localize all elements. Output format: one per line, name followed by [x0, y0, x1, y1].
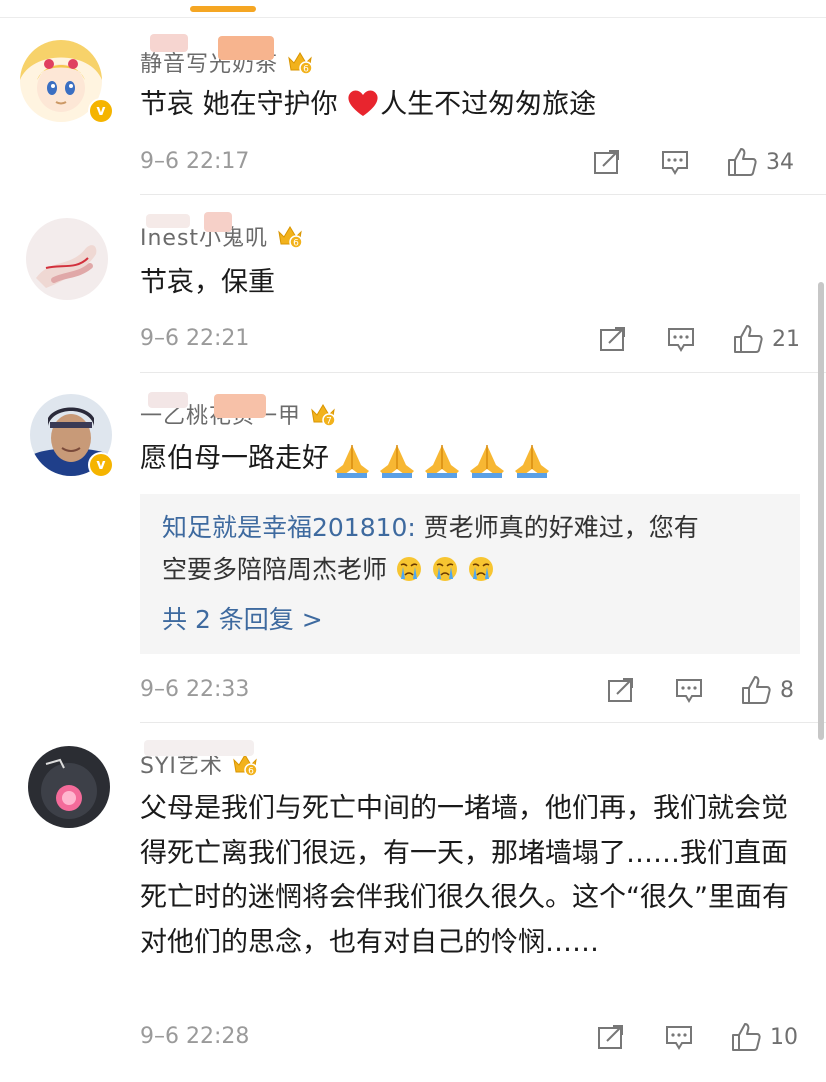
like-icon — [728, 148, 757, 176]
pray-emoji — [515, 444, 549, 478]
verified-badge-icon: v — [88, 98, 114, 124]
repost-button[interactable] — [606, 673, 636, 707]
crown-icon: 7 — [311, 404, 336, 427]
like-icon — [742, 676, 771, 704]
active-tab-indicator — [190, 6, 256, 12]
repost-button[interactable] — [596, 1020, 626, 1054]
reply-line: 知足就是幸福201810: 贾老师真的好难过，您有 — [162, 513, 699, 542]
like-count: 10 — [770, 1024, 798, 1050]
comment-meta: 9–6 22:33 8 — [140, 673, 804, 707]
like-count: 8 — [780, 677, 794, 703]
like-button[interactable]: 8 — [740, 673, 794, 707]
comment-button[interactable] — [660, 145, 690, 179]
crown-icon: 6 — [288, 52, 313, 75]
like-icon — [734, 325, 763, 353]
verified-badge-icon: v — [88, 452, 114, 478]
repost-button[interactable] — [598, 322, 628, 356]
like-count: 34 — [766, 149, 794, 175]
reply-line: 空要多陪陪周杰老师 — [162, 550, 495, 590]
comment-button[interactable] — [674, 673, 704, 707]
comment-text: 节哀 她在守护你 人生不过匆匆旅途 — [140, 89, 597, 120]
comment-time: 9–6 22:21 — [140, 326, 250, 351]
comment-button[interactable] — [666, 322, 696, 356]
blurred-username — [144, 740, 254, 756]
repost-icon — [608, 678, 633, 702]
comment-divider — [140, 722, 826, 723]
crying-emoji — [468, 557, 493, 581]
crown-icon: 6 — [278, 226, 303, 249]
blurred-username — [150, 34, 188, 52]
comment-meta: 9–6 22:28 10 — [140, 1020, 804, 1054]
svg-text:7: 7 — [326, 417, 332, 427]
like-button[interactable]: 34 — [726, 145, 794, 179]
comment-button[interactable] — [664, 1020, 694, 1054]
like-icon — [732, 1023, 761, 1051]
pray-emoji — [470, 444, 504, 478]
avatar[interactable] — [26, 218, 108, 300]
comment-time: 9–6 22:33 — [140, 677, 250, 702]
reply-preview[interactable]: 知足就是幸福201810: 贾老师真的好难过，您有 空要多陪陪周杰老师 共 2 … — [140, 494, 800, 654]
blurred-username — [218, 36, 274, 60]
reply-username[interactable]: 知足就是幸福201810: — [162, 513, 416, 542]
repost-icon — [600, 327, 625, 351]
comment-text: 愿伯母一路走好 — [140, 437, 553, 481]
comment-meta: 9–6 22:17 34 — [140, 145, 804, 179]
view-replies-link[interactable]: 共 2 条回复 > — [162, 600, 323, 640]
svg-text:6: 6 — [303, 65, 309, 75]
comment-time: 9–6 22:28 — [140, 1024, 250, 1049]
svg-text:6: 6 — [293, 239, 299, 249]
comment-divider — [140, 372, 826, 373]
pray-emoji — [425, 444, 459, 478]
comment-icon — [676, 679, 702, 703]
comment-icon — [668, 328, 694, 352]
pray-emoji-row — [331, 441, 553, 479]
pray-emoji — [335, 444, 369, 478]
comment-icon — [662, 151, 688, 175]
comment-time: 9–6 22:17 — [140, 149, 250, 174]
blurred-username — [204, 212, 232, 232]
comment-meta: 9–6 22:21 21 — [140, 322, 804, 356]
like-button[interactable]: 10 — [730, 1020, 798, 1054]
heart-emoji — [348, 90, 378, 116]
top-divider — [0, 17, 826, 18]
repost-icon — [598, 1025, 623, 1049]
svg-text:6: 6 — [248, 767, 254, 777]
blurred-username — [146, 214, 190, 228]
like-count: 21 — [772, 326, 800, 352]
crying-emoji — [396, 557, 421, 581]
avatar[interactable] — [28, 746, 110, 828]
crying-emoji — [432, 557, 457, 581]
repost-button[interactable] — [592, 145, 622, 179]
comment-divider — [140, 194, 826, 195]
comment-text: 节哀，保重 — [140, 267, 275, 298]
pray-emoji — [380, 444, 414, 478]
comment-icon — [666, 1026, 692, 1050]
like-button[interactable]: 21 — [732, 322, 800, 356]
blurred-username — [148, 392, 188, 408]
comment-text: 父母是我们与死亡中间的一堵墙，他们再，我们就会觉得死亡离我们很远，有一天，那堵墙… — [140, 793, 789, 958]
scrollbar[interactable] — [818, 282, 824, 740]
repost-icon — [594, 150, 619, 174]
blurred-username — [214, 394, 266, 418]
